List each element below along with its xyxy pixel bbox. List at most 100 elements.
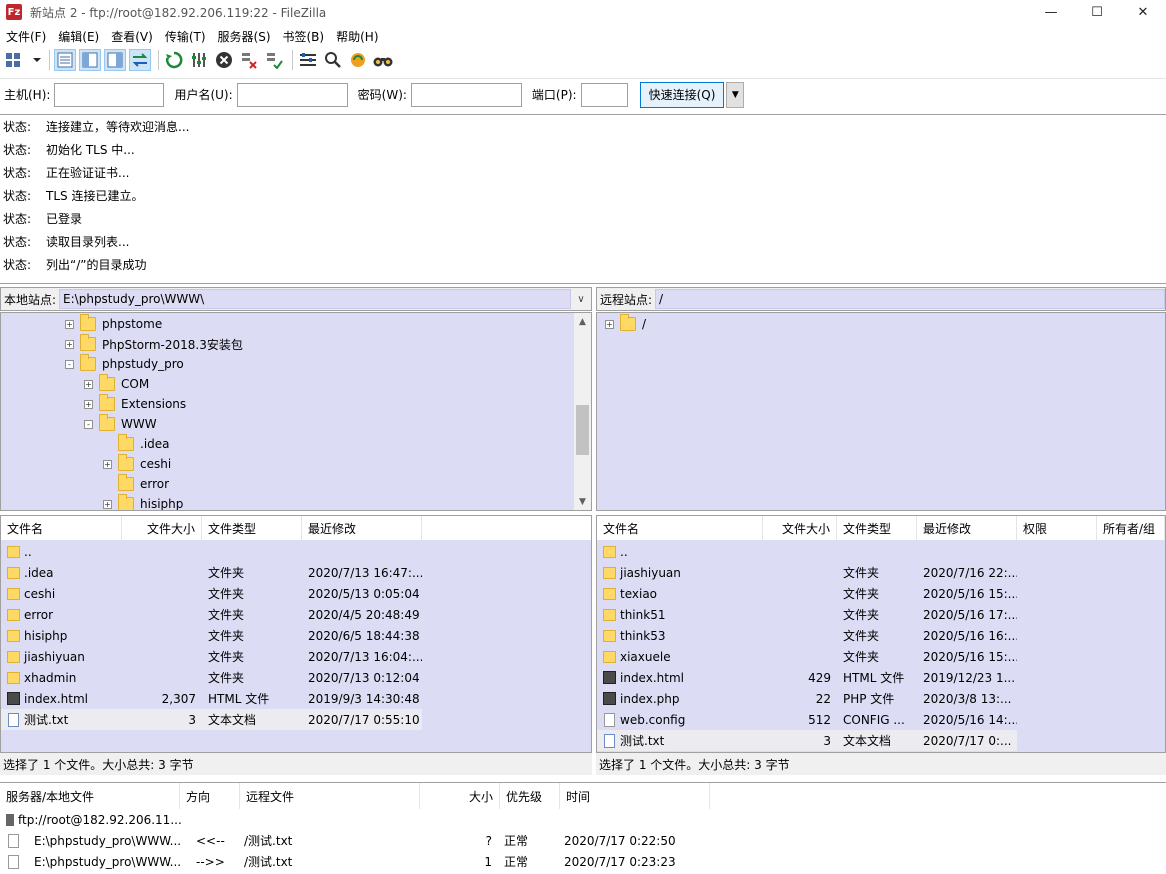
- file-row[interactable]: error 文件夹 2020/4/5 20:48:49: [1, 604, 422, 625]
- reconnect-button[interactable]: [263, 49, 285, 71]
- port-input[interactable]: [580, 82, 628, 107]
- disconnect-button[interactable]: [238, 49, 260, 71]
- column-size[interactable]: 大小: [420, 783, 500, 809]
- column-filetype[interactable]: 文件类型: [202, 516, 302, 540]
- file-row-selected[interactable]: 测试.txt 3 文本文档 2020/7/17 0:...: [597, 730, 1017, 751]
- column-modified[interactable]: 最近修改: [302, 516, 422, 540]
- menu-bookmarks[interactable]: 书签(B): [277, 28, 331, 45]
- column-server-local-file[interactable]: 服务器/本地文件: [0, 783, 180, 809]
- column-filetype[interactable]: 文件类型: [837, 516, 917, 540]
- file-row[interactable]: ..: [597, 541, 763, 562]
- file-row[interactable]: index.php 22 PHP 文件 2020/3/8 13:...: [597, 688, 1017, 709]
- username-input[interactable]: [236, 82, 348, 107]
- file-row[interactable]: index.html 429 HTML 文件 2019/12/23 1...: [597, 667, 1017, 688]
- local-path-input[interactable]: E:\phpstudy_pro\WWW\: [59, 289, 571, 309]
- close-button[interactable]: ✕: [1120, 0, 1166, 24]
- file-row[interactable]: .idea 文件夹 2020/7/13 16:47:...: [1, 562, 422, 583]
- tree-item[interactable]: + hisiphp: [103, 494, 183, 510]
- file-row[interactable]: ceshi 文件夹 2020/5/13 0:05:04: [1, 583, 422, 604]
- file-row[interactable]: think51 文件夹 2020/5/16 17:...: [597, 604, 1017, 625]
- remote-path-input[interactable]: /: [655, 289, 1165, 309]
- sync-browsing-button[interactable]: [347, 49, 369, 71]
- column-remote-file[interactable]: 远程文件: [240, 783, 420, 809]
- tree-item[interactable]: .idea: [118, 434, 170, 454]
- tree-item[interactable]: + phpstome: [65, 314, 162, 334]
- tree-item[interactable]: - phpstudy_pro: [65, 354, 184, 374]
- toggle-local-tree-button[interactable]: [79, 49, 101, 71]
- filter-button[interactable]: [297, 49, 319, 71]
- maximize-button[interactable]: ☐: [1074, 0, 1120, 24]
- remote-directory-tree[interactable]: + /: [596, 312, 1166, 511]
- column-filesize[interactable]: 文件大小: [763, 516, 837, 540]
- quickconnect-history-dropdown[interactable]: ▼: [726, 81, 745, 108]
- file-row[interactable]: jiashiyuan 文件夹 2020/7/16 22:...: [597, 562, 1017, 583]
- file-row[interactable]: web.config 512 CONFIG ... 2020/5/16 14:...: [597, 709, 1017, 730]
- expand-icon[interactable]: +: [103, 499, 112, 509]
- file-row[interactable]: think53 文件夹 2020/5/16 16:...: [597, 625, 1017, 646]
- tree-item[interactable]: + COM: [84, 374, 149, 394]
- expand-icon[interactable]: +: [103, 459, 112, 469]
- scrollbar-thumb[interactable]: [576, 405, 589, 455]
- column-owner-group[interactable]: 所有者/组: [1097, 516, 1165, 540]
- column-permissions[interactable]: 权限: [1017, 516, 1097, 540]
- menu-server[interactable]: 服务器(S): [212, 28, 277, 45]
- tree-item[interactable]: + /: [605, 314, 646, 334]
- local-tree-scrollbar[interactable]: ▲ ▼: [574, 313, 591, 510]
- minimize-button[interactable]: —: [1028, 0, 1074, 24]
- password-input[interactable]: [410, 82, 522, 107]
- local-file-list[interactable]: 文件名 文件大小 文件类型 最近修改 .. .idea 文件夹 2020/7/13 …: [0, 515, 592, 753]
- menu-help[interactable]: 帮助(H): [330, 28, 384, 45]
- column-direction[interactable]: 方向: [180, 783, 240, 809]
- toggle-transfer-queue-button[interactable]: [129, 49, 151, 71]
- toggle-message-log-button[interactable]: [54, 49, 76, 71]
- expand-icon[interactable]: +: [65, 319, 74, 329]
- file-row[interactable]: ..: [1, 541, 122, 562]
- file-row[interactable]: hisiphp 文件夹 2020/6/5 18:44:38: [1, 625, 422, 646]
- column-filename[interactable]: 文件名: [597, 516, 763, 540]
- quickconnect-button[interactable]: 快速连接(Q): [639, 81, 725, 108]
- column-time[interactable]: 时间: [560, 783, 710, 809]
- find-files-button[interactable]: [372, 49, 394, 71]
- message-log[interactable]: 状态: 连接建立，等待欢迎消息... 状态: 初始化 TLS 中... 状态: 正在验…: [0, 114, 1166, 284]
- scroll-up-icon[interactable]: ▲: [574, 313, 591, 330]
- tree-item[interactable]: + ceshi: [103, 454, 171, 474]
- file-row[interactable]: texiao 文件夹 2020/5/16 15:...: [597, 583, 1017, 604]
- file-row[interactable]: index.html 2,307 HTML 文件 2019/9/3 14:30:48: [1, 688, 422, 709]
- collapse-icon[interactable]: -: [65, 359, 74, 369]
- file-row[interactable]: xiaxuele 文件夹 2020/5/16 15:...: [597, 646, 1017, 667]
- refresh-button[interactable]: [163, 49, 185, 71]
- tree-item[interactable]: - WWW: [84, 414, 157, 434]
- expand-icon[interactable]: +: [84, 379, 93, 389]
- expand-icon[interactable]: +: [84, 399, 93, 409]
- column-filename[interactable]: 文件名: [1, 516, 122, 540]
- scroll-down-icon[interactable]: ▼: [574, 493, 591, 510]
- local-directory-tree[interactable]: + phpstome + PhpStorm-2018.3安装包 - phpstudy_…: [0, 312, 592, 511]
- local-path-dropdown[interactable]: ∨: [571, 289, 591, 309]
- transfer-queue[interactable]: 服务器/本地文件 方向 远程文件 大小 优先级 时间 ftp://root@18…: [0, 782, 1166, 874]
- tree-item[interactable]: error: [118, 474, 169, 494]
- menu-file[interactable]: 文件(F): [0, 28, 52, 45]
- tree-item[interactable]: + Extensions: [84, 394, 186, 414]
- menu-edit[interactable]: 编辑(E): [52, 28, 105, 45]
- expand-icon[interactable]: +: [65, 339, 74, 349]
- host-input[interactable]: [54, 82, 165, 107]
- menu-view[interactable]: 查看(V): [105, 28, 159, 45]
- column-filesize[interactable]: 文件大小: [122, 516, 202, 540]
- menu-transfer[interactable]: 传输(T): [159, 28, 212, 45]
- queue-server-row[interactable]: ftp://root@182.92.206.11...: [0, 809, 1166, 830]
- toggle-remote-tree-button[interactable]: [104, 49, 126, 71]
- tree-item[interactable]: + PhpStorm-2018.3安装包: [65, 334, 243, 354]
- queue-row[interactable]: E:\phpstudy_pro\WWW... -->> /测试.txt 1 正常…: [0, 851, 1166, 872]
- cancel-operation-button[interactable]: [213, 49, 235, 71]
- search-button[interactable]: [322, 49, 344, 71]
- remote-file-list[interactable]: 文件名 文件大小 文件类型 最近修改 权限 所有者/组 .. jiashiyua…: [596, 515, 1166, 753]
- queue-row[interactable]: E:\phpstudy_pro\WWW... <<-- /测试.txt ? 正常…: [0, 830, 1166, 851]
- column-priority[interactable]: 优先级: [500, 783, 560, 809]
- file-row[interactable]: xhadmin 文件夹 2020/7/13 0:12:04: [1, 667, 422, 688]
- file-row-selected[interactable]: 测试.txt 3 文本文档 2020/7/17 0:55:10: [1, 709, 422, 730]
- collapse-icon[interactable]: -: [84, 419, 93, 429]
- expand-icon[interactable]: +: [605, 319, 614, 329]
- column-modified[interactable]: 最近修改: [917, 516, 1017, 540]
- file-row[interactable]: jiashiyuan 文件夹 2020/7/13 16:04:...: [1, 646, 422, 667]
- site-manager-button[interactable]: [4, 49, 42, 71]
